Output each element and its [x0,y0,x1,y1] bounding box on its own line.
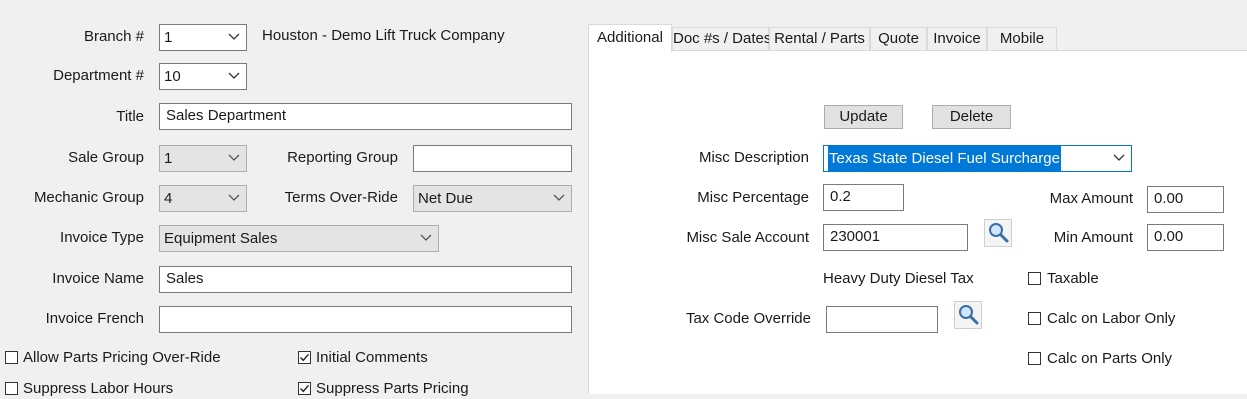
sale-group-label: Sale Group [68,149,144,166]
checkmark-icon [300,384,310,393]
mechanic-group-label: Mechanic Group [33,189,144,206]
chevron-down-icon [228,32,240,42]
suppress-labor-label: Suppress Labor Hours [23,380,174,397]
tax-code-lookup-button[interactable] [954,301,982,329]
chevron-down-icon [228,153,240,163]
title-input[interactable]: Sales Department [159,103,572,130]
suppress-parts-label: Suppress Parts Pricing [316,380,469,397]
min-amount-input[interactable]: 0.00 [1147,224,1224,251]
taxable-checkbox[interactable] [1028,272,1041,285]
invoice-french-label: Invoice French [45,310,144,327]
misc-description-select[interactable]: Texas State Diesel Fuel Surcharge [823,145,1132,172]
misc-description-value: Texas State Diesel Fuel Surcharge [828,146,1061,171]
sale-group-select[interactable]: 1 [159,145,247,172]
suppress-labor-checkbox[interactable] [5,382,18,395]
tax-code-override-input[interactable] [826,306,938,333]
max-amount-label: Max Amount [1049,190,1133,207]
calc-labor-only-checkbox[interactable] [1028,312,1041,325]
terms-value: Net Due [418,190,474,207]
tab-mobile[interactable]: Mobile [987,27,1057,51]
tab-invoice[interactable]: Invoice [927,27,987,51]
chevron-down-icon [228,71,240,81]
invoice-type-value: Equipment Sales [164,230,278,247]
min-amount-label: Min Amount [1053,229,1133,246]
initial-comments-label: Initial Comments [316,349,428,366]
invoice-french-input[interactable] [159,306,572,333]
misc-percentage-label: Misc Percentage [697,189,809,206]
department-label: Department # [53,67,144,84]
initial-comments-checkbox[interactable] [298,351,311,364]
misc-sale-account-input[interactable]: 230001 [823,224,968,251]
branch-label: Branch # [83,28,144,45]
mechanic-group-select[interactable]: 4 [159,185,247,212]
calc-parts-only-checkbox[interactable] [1028,352,1041,365]
calc-parts-only-label: Calc on Parts Only [1047,350,1173,367]
max-amount-input[interactable]: 0.00 [1147,186,1224,213]
reporting-group-label: Reporting Group [287,149,398,166]
chevron-down-icon [1113,153,1125,163]
chevron-down-icon [228,193,240,203]
taxable-label: Taxable [1047,270,1099,287]
sale-group-value: 1 [164,150,173,167]
tab-additional[interactable]: Additional [588,24,672,52]
chevron-down-icon [420,233,432,243]
allow-parts-pricing-label: Allow Parts Pricing Over-Ride [23,349,221,366]
magnifier-icon [959,305,979,325]
account-description: Heavy Duty Diesel Tax [823,270,974,287]
suppress-parts-checkbox[interactable] [298,382,311,395]
branch-value: 1 [164,29,173,46]
reporting-group-input[interactable] [413,145,572,172]
delete-button[interactable]: Delete [932,105,1011,129]
branch-name: Houston - Demo Lift Truck Company [262,27,505,44]
terms-select[interactable]: Net Due [413,185,572,212]
calc-labor-only-label: Calc on Labor Only [1047,310,1176,327]
update-button[interactable]: Update [824,105,903,129]
invoice-type-label: Invoice Type [60,229,144,246]
misc-description-label: Misc Description [698,149,809,166]
mechanic-group-value: 4 [164,190,173,207]
invoice-name-label: Invoice Name [52,270,144,287]
department-value: 10 [164,68,181,85]
allow-parts-pricing-checkbox[interactable] [5,351,18,364]
tab-rental-parts[interactable]: Rental / Parts [769,27,870,51]
tab-quote[interactable]: Quote [870,27,927,51]
tax-code-override-label: Tax Code Override [685,310,811,327]
branch-select[interactable]: 1 [159,24,247,51]
misc-sale-account-label: Misc Sale Account [686,229,809,246]
terms-label: Terms Over-Ride [284,189,398,206]
tab-doc-dates[interactable]: Doc #s / Dates [672,27,771,51]
department-select[interactable]: 10 [159,63,247,90]
misc-percentage-input[interactable]: 0.2 [823,184,904,211]
checkmark-icon [300,353,310,362]
title-label: Title [116,108,144,125]
chevron-down-icon [553,193,565,203]
invoice-name-input[interactable]: Sales [159,266,572,293]
additional-panel [588,50,1247,394]
invoice-type-select[interactable]: Equipment Sales [159,225,439,252]
